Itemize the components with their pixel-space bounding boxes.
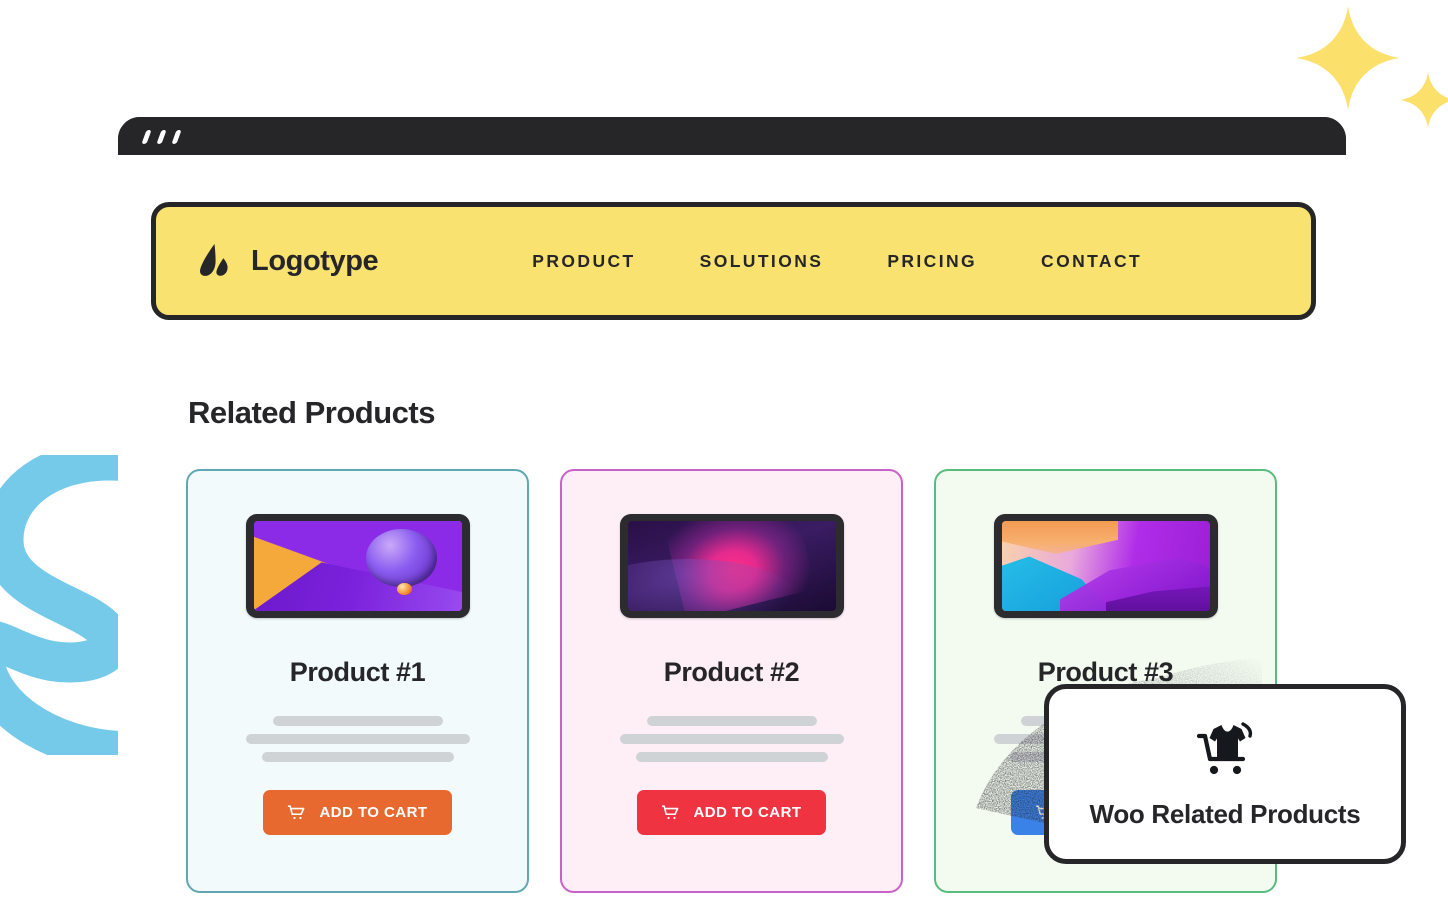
product-name-2: Product #2 xyxy=(663,657,800,687)
add-to-cart-button-2[interactable]: ADD TO CART xyxy=(637,790,826,835)
placeholder-line xyxy=(261,752,454,762)
sparkle-small-icon xyxy=(1400,72,1448,128)
window-dash-1 xyxy=(141,130,152,144)
brand-name: Logotype xyxy=(251,244,379,277)
product-name-1: Product #1 xyxy=(289,657,426,687)
product-image-3 xyxy=(993,514,1218,618)
placeholder-line xyxy=(635,752,828,762)
product-description-placeholder-1 xyxy=(245,716,470,762)
navbar-links: PRODUCT SOLUTIONS PRICING CONTACT xyxy=(500,251,1174,272)
woo-related-products-badge[interactable]: Woo Related Products xyxy=(1044,684,1406,864)
shirt-in-cart-icon xyxy=(1191,718,1259,787)
nav-link-product[interactable]: PRODUCT xyxy=(500,251,667,272)
placeholder-line xyxy=(646,716,817,726)
placeholder-line xyxy=(619,734,844,744)
window-dash-3 xyxy=(171,130,182,144)
window-control-dashes-icon[interactable] xyxy=(141,130,182,144)
placeholder-line xyxy=(272,716,443,726)
nav-link-solutions[interactable]: SOLUTIONS xyxy=(668,251,856,272)
brand-logo-icon xyxy=(195,241,235,281)
product-description-placeholder-2 xyxy=(619,716,844,762)
add-to-cart-label-1: ADD TO CART xyxy=(319,804,428,821)
nav-link-pricing[interactable]: PRICING xyxy=(855,251,1009,272)
product-image-1 xyxy=(245,514,470,618)
placeholder-line xyxy=(245,734,470,744)
nav-link-contact[interactable]: CONTACT xyxy=(1009,251,1174,272)
shopping-cart-icon xyxy=(661,803,680,822)
page-title: Related Products xyxy=(188,395,435,430)
window-dash-2 xyxy=(156,130,167,144)
brand[interactable]: Logotype xyxy=(195,241,379,281)
add-to-cart-label-2: ADD TO CART xyxy=(693,804,802,821)
woo-related-products-label: Woo Related Products xyxy=(1089,799,1361,829)
browser-title-bar xyxy=(118,117,1346,155)
screenshot-root: Logotype PRODUCT SOLUTIONS PRICING CONTA… xyxy=(0,0,1448,910)
add-to-cart-button-1[interactable]: ADD TO CART xyxy=(263,790,452,835)
product-image-2 xyxy=(619,514,844,618)
product-card-2[interactable]: Product #2 ADD TO CART xyxy=(560,469,903,893)
product-card-1[interactable]: Product #1 ADD TO CART xyxy=(186,469,529,893)
sparkle-large-icon xyxy=(1296,6,1400,110)
shopping-cart-icon xyxy=(287,803,306,822)
site-navbar: Logotype PRODUCT SOLUTIONS PRICING CONTA… xyxy=(151,202,1316,320)
